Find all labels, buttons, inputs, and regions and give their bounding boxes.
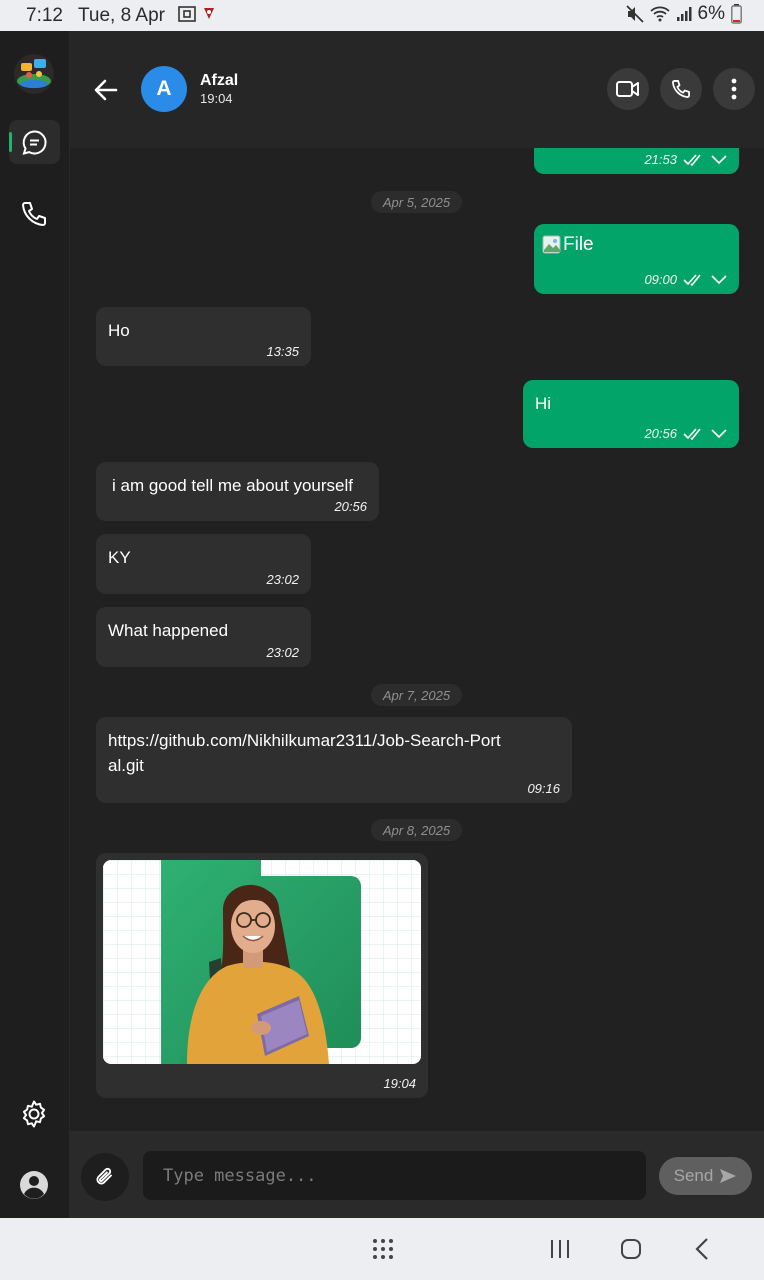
system-nav-bar [0,1218,764,1280]
message-incoming-image[interactable]: 19:04 [96,853,428,1098]
message-incoming[interactable]: KY 23:02 [96,534,311,594]
battery-percent: 6% [697,3,725,24]
message-input[interactable] [143,1151,646,1200]
attach-icon [96,1167,112,1185]
double-check-icon [683,273,701,286]
recents-icon[interactable] [547,1236,573,1262]
nav-calls-button[interactable] [19,199,49,229]
message-time: 09:00 [644,272,677,287]
file-label: File [563,234,594,255]
contact-name: Afzal [200,72,239,89]
status-date: Tue, 8 Apr [78,5,165,26]
message-time: 23:02 [266,572,299,587]
message-time: 09:16 [527,781,560,796]
battery-icon [731,4,742,24]
message-text: KY [108,548,131,567]
message-link[interactable]: https://github.com/Nikhilkumar2311/Job-S… [108,728,508,778]
chevron-down-icon[interactable] [711,154,727,165]
date-separator: Apr 7, 2025 [371,684,462,706]
message-incoming-link[interactable]: https://github.com/Nikhilkumar2311/Job-S… [96,717,572,803]
settings-icon[interactable] [19,1099,49,1129]
message-outgoing[interactable]: 21:53 [534,148,739,174]
back-arrow-icon[interactable] [92,76,120,104]
message-time: 23:02 [266,645,299,660]
app-logo [14,54,54,94]
video-call-button[interactable] [607,68,649,110]
more-options-button[interactable] [713,68,755,110]
phone-icon [672,80,690,98]
message-list[interactable]: 21:53 Apr 5, 2025 File 09:00 Ho 13:35 Hi… [70,148,764,1131]
send-icon [720,1169,737,1183]
double-check-icon [683,427,701,440]
message-time: 13:35 [266,344,299,359]
send-button[interactable]: Send [659,1157,752,1195]
message-text: Ho [108,321,130,340]
message-time: 21:53 [644,152,677,167]
chat-icon [22,130,47,155]
chat-header: A Afzal 19:04 [70,31,764,148]
app-notification-icon [204,8,214,19]
mute-icon [625,5,644,23]
wifi-icon [649,6,670,22]
screenshot-icon [178,6,196,22]
profile-icon[interactable] [19,1170,49,1200]
side-rail [0,31,70,1218]
chevron-down-icon[interactable] [711,274,727,285]
message-outgoing-file[interactable]: File 09:00 [534,224,739,294]
home-icon[interactable] [618,1236,644,1262]
voice-call-button[interactable] [660,68,702,110]
message-time: 20:56 [644,426,677,441]
contact-avatar[interactable]: A [141,66,187,112]
app-drawer-icon[interactable] [370,1236,396,1262]
send-label: Send [673,1166,714,1185]
message-incoming[interactable]: What happened 23:02 [96,607,311,667]
chevron-down-icon[interactable] [711,428,727,439]
date-separator: Apr 5, 2025 [371,191,462,213]
message-outgoing[interactable]: Hi 20:56 [523,380,739,448]
message-incoming[interactable]: Ho 13:35 [96,307,311,366]
nav-chats-button[interactable] [9,120,60,164]
double-check-icon [683,153,701,166]
message-text: i am good tell me about yourself [112,476,353,495]
status-time: 7:12 [26,5,63,26]
message-incoming[interactable]: i am good tell me about yourself 20:56 [96,462,379,521]
message-text: Hi [535,394,552,413]
more-vertical-icon [731,78,737,100]
status-bar: 7:12 Tue, 8 Apr 6% [0,0,764,31]
message-text: What happened [108,621,229,640]
composer: Send [70,1131,764,1218]
broken-image-icon [542,235,561,253]
contact-last-seen: 19:04 [200,91,233,106]
message-time: 19:04 [383,1076,416,1091]
message-time: 20:56 [334,499,367,514]
shared-image[interactable] [103,860,421,1064]
active-indicator [9,132,12,152]
date-separator: Apr 8, 2025 [371,819,462,841]
back-nav-icon[interactable] [690,1236,716,1262]
attach-button[interactable] [81,1153,129,1201]
signal-icon [676,7,692,21]
video-icon [616,81,639,97]
